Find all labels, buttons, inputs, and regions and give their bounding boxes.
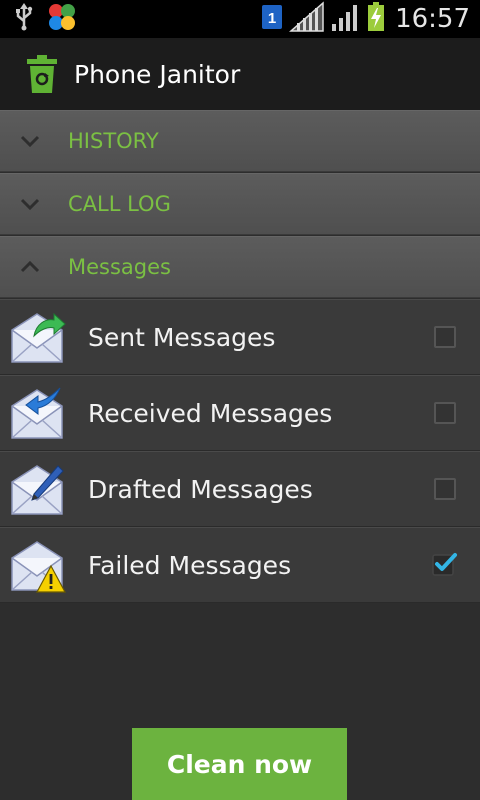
group-messages[interactable]: Messages: [0, 236, 480, 298]
chevron-down-icon: [20, 198, 40, 210]
clean-now-button[interactable]: Clean now: [132, 728, 347, 800]
item-label: Received Messages: [88, 399, 333, 428]
action-bar: Phone Janitor: [0, 38, 480, 112]
received-messages-checkbox[interactable]: [434, 402, 456, 424]
list-item-drafted-messages[interactable]: Drafted Messages: [0, 451, 480, 527]
group-label: Messages: [68, 255, 171, 279]
group-call-log[interactable]: CALL LOG: [0, 173, 480, 235]
app-title: Phone Janitor: [74, 59, 241, 89]
item-label: Failed Messages: [88, 551, 292, 580]
envelope-sent-icon: [11, 312, 66, 363]
list-item-sent-messages[interactable]: Sent Messages: [0, 299, 480, 375]
sim-icon: 1: [261, 4, 283, 34]
envelope-failed-icon: [11, 541, 66, 593]
battery-charging-icon: [367, 2, 385, 36]
checkmark-icon: [432, 553, 457, 576]
list-item-failed-messages[interactable]: Failed Messages: [0, 527, 480, 603]
app-notification-icon: [46, 1, 78, 37]
chevron-up-icon: [20, 261, 40, 273]
drafted-messages-checkbox[interactable]: [434, 478, 456, 500]
group-label: CALL LOG: [68, 192, 171, 216]
trash-icon: [22, 51, 62, 97]
envelope-received-icon: [11, 387, 63, 439]
item-label: Drafted Messages: [88, 475, 313, 504]
item-label: Sent Messages: [88, 323, 276, 352]
cell-signal-icon: [331, 2, 361, 36]
list-item-received-messages[interactable]: Received Messages: [0, 375, 480, 451]
wifi-signal-icon: [289, 1, 325, 37]
status-bar: 1 16:57: [0, 0, 480, 38]
group-history[interactable]: HISTORY: [0, 110, 480, 172]
usb-icon: [14, 3, 34, 35]
sent-messages-checkbox[interactable]: [434, 326, 456, 348]
failed-messages-checkbox[interactable]: [432, 553, 457, 576]
svg-text:1: 1: [268, 10, 276, 27]
clock: 16:57: [395, 4, 470, 34]
group-label: HISTORY: [68, 129, 159, 153]
chevron-down-icon: [20, 135, 40, 147]
envelope-draft-icon: [11, 465, 64, 515]
